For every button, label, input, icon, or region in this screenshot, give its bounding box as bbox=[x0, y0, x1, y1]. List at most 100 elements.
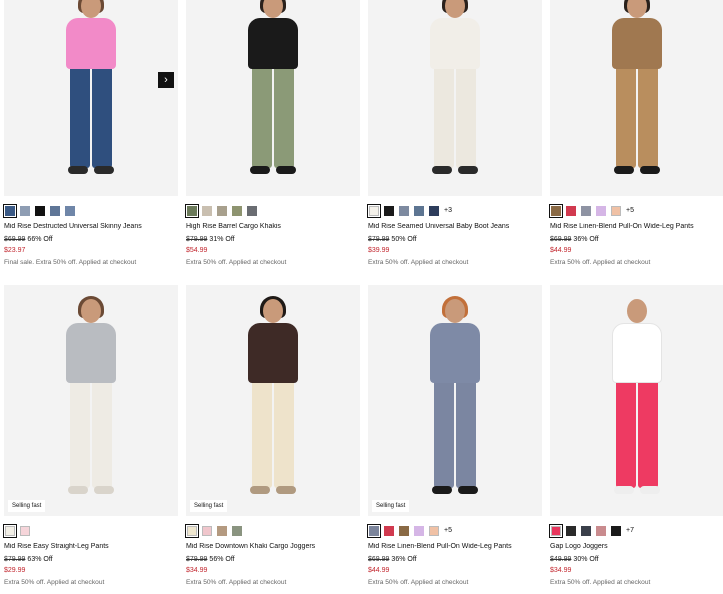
discount-percent: 56% Off bbox=[209, 556, 235, 563]
more-colors-link[interactable]: +3 bbox=[444, 207, 452, 214]
color-swatch[interactable] bbox=[202, 205, 212, 216]
original-price: $79.99 bbox=[186, 556, 208, 563]
chevron-right-icon[interactable]: › bbox=[158, 72, 174, 88]
color-swatch[interactable] bbox=[414, 205, 424, 216]
model-shoe-left bbox=[432, 486, 452, 494]
original-price: $69.99 bbox=[550, 236, 572, 243]
product-image[interactable]: Selling fast bbox=[186, 285, 360, 516]
product-name[interactable]: Mid Rise Downtown Khaki Cargo Joggers bbox=[186, 543, 360, 550]
color-swatch[interactable] bbox=[549, 203, 563, 218]
product-name[interactable]: Gap Logo Joggers bbox=[550, 543, 723, 550]
color-swatch[interactable] bbox=[50, 205, 60, 216]
product-card[interactable]: +5 Mid Rise Linen-Blend Pull-On Wide-Leg … bbox=[549, 0, 723, 266]
color-swatch[interactable] bbox=[596, 525, 606, 536]
selling-fast-badge: Selling fast bbox=[190, 500, 228, 512]
model-shoe-left bbox=[250, 166, 270, 174]
model-shoe-right bbox=[458, 486, 478, 494]
model-shoe-right bbox=[458, 166, 478, 174]
color-swatch[interactable] bbox=[232, 205, 242, 216]
color-swatch[interactable] bbox=[65, 205, 75, 216]
model-leg-left bbox=[252, 379, 272, 488]
color-swatch[interactable] bbox=[596, 205, 606, 216]
sale-price: $23.97 bbox=[4, 247, 26, 254]
color-swatch[interactable] bbox=[429, 525, 439, 536]
model-shoe-right bbox=[94, 486, 114, 494]
color-swatch[interactable] bbox=[20, 525, 30, 536]
promo-note: Final sale. Extra 50% off. Applied at ch… bbox=[4, 259, 137, 266]
product-card[interactable]: Selling fast Mid Rise Downtown Khaki Carg… bbox=[185, 285, 360, 586]
product-image[interactable] bbox=[550, 0, 723, 196]
model-leg-left bbox=[70, 379, 90, 488]
color-swatch[interactable] bbox=[367, 203, 381, 218]
product-card[interactable]: Selling fast Mid Rise Easy Straight-Leg P… bbox=[3, 285, 178, 586]
product-name[interactable]: High Rise Barrel Cargo Khakis bbox=[186, 223, 360, 230]
original-price: $79.99 bbox=[368, 236, 390, 243]
color-swatch[interactable] bbox=[202, 525, 212, 536]
color-swatch[interactable] bbox=[20, 205, 30, 216]
color-swatch[interactable] bbox=[217, 205, 227, 216]
product-name[interactable]: Mid Rise Destructed Universal Skinny Jea… bbox=[4, 223, 178, 230]
sale-price: $34.99 bbox=[186, 567, 208, 574]
product-card[interactable]: › Mid Rise Destructed Universal Skinny Je… bbox=[3, 0, 178, 266]
product-image[interactable]: Selling fast bbox=[4, 285, 178, 516]
discount-percent: 50% Off bbox=[391, 236, 417, 243]
color-swatch[interactable] bbox=[384, 525, 394, 536]
product-name[interactable]: Mid Rise Linen-Blend Pull-On Wide-Leg Pa… bbox=[550, 223, 723, 230]
color-swatch[interactable] bbox=[581, 205, 591, 216]
model-head bbox=[263, 0, 283, 18]
color-swatch[interactable] bbox=[399, 205, 409, 216]
product-card[interactable]: +7 Gap Logo Joggers $49.99 30% Off $34.99 Ext… bbox=[549, 285, 723, 586]
color-swatch[interactable] bbox=[367, 523, 381, 538]
color-swatch[interactable] bbox=[566, 205, 576, 216]
product-name[interactable]: Mid Rise Linen-Blend Pull-On Wide-Leg Pa… bbox=[368, 543, 542, 550]
original-price: $49.99 bbox=[550, 556, 572, 563]
model-leg-left bbox=[434, 379, 454, 488]
product-name[interactable]: Mid Rise Easy Straight-Leg Pants bbox=[4, 543, 178, 550]
more-colors-link[interactable]: +5 bbox=[444, 527, 452, 534]
model-head bbox=[627, 0, 647, 18]
product-card[interactable]: Selling fast +5 Mid Rise Linen-Blend Pull-… bbox=[367, 285, 542, 586]
color-swatch[interactable] bbox=[384, 205, 394, 216]
model-top bbox=[248, 323, 298, 383]
product-image[interactable] bbox=[186, 0, 360, 196]
color-swatch[interactable] bbox=[549, 523, 563, 538]
color-swatch[interactable] bbox=[35, 205, 45, 216]
color-swatch[interactable] bbox=[247, 205, 257, 216]
product-card[interactable]: +3 Mid Rise Seamed Universal Baby Boot Je… bbox=[367, 0, 542, 266]
model-shoe-left bbox=[68, 166, 88, 174]
more-colors-link[interactable]: +5 bbox=[626, 207, 634, 214]
color-swatches bbox=[185, 523, 360, 538]
color-swatch[interactable] bbox=[414, 525, 424, 536]
color-swatch[interactable] bbox=[611, 525, 621, 536]
color-swatch[interactable] bbox=[185, 203, 199, 218]
product-image[interactable]: Selling fast bbox=[368, 285, 542, 516]
product-name[interactable]: Mid Rise Seamed Universal Baby Boot Jean… bbox=[368, 223, 542, 230]
color-swatch[interactable] bbox=[399, 525, 409, 536]
product-card[interactable]: High Rise Barrel Cargo Khakis $79.99 31% O… bbox=[185, 0, 360, 266]
model-figure bbox=[368, 0, 542, 196]
color-swatch[interactable] bbox=[611, 205, 621, 216]
product-image[interactable] bbox=[550, 285, 723, 516]
color-swatch[interactable] bbox=[3, 523, 17, 538]
model-top bbox=[66, 18, 116, 69]
color-swatch[interactable] bbox=[566, 525, 576, 536]
more-colors-link[interactable]: +7 bbox=[626, 527, 634, 534]
model-leg-right bbox=[456, 65, 476, 168]
product-image[interactable]: › bbox=[4, 0, 178, 196]
product-image[interactable] bbox=[368, 0, 542, 196]
color-swatch[interactable] bbox=[185, 523, 199, 538]
model-shoe-left bbox=[614, 166, 634, 174]
model-figure bbox=[4, 0, 178, 196]
model-shoe-left bbox=[432, 166, 452, 174]
model-head bbox=[445, 0, 465, 18]
original-price: $79.99 bbox=[186, 236, 208, 243]
color-swatch[interactable] bbox=[232, 525, 242, 536]
color-swatch[interactable] bbox=[3, 203, 17, 218]
color-swatch[interactable] bbox=[217, 525, 227, 536]
model-shoe-right bbox=[276, 486, 296, 494]
color-swatch[interactable] bbox=[429, 205, 439, 216]
discount-percent: 36% Off bbox=[391, 556, 417, 563]
model-top bbox=[612, 18, 662, 69]
model-top bbox=[248, 18, 298, 69]
color-swatch[interactable] bbox=[581, 525, 591, 536]
